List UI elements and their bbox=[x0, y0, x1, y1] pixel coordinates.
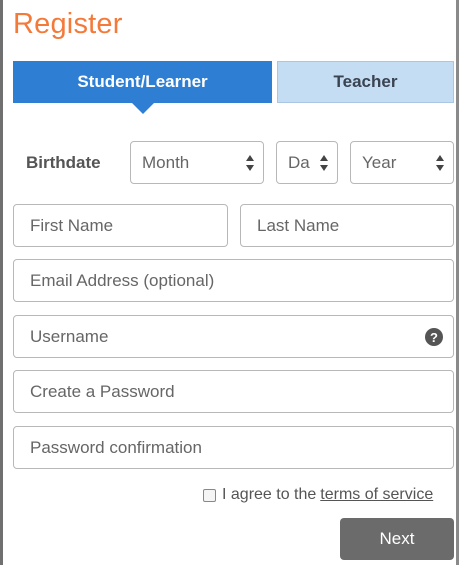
terms-agreement: I agree to the terms of service bbox=[203, 486, 433, 504]
tab-student-label: Student/Learner bbox=[77, 72, 208, 91]
last-name-placeholder: Last Name bbox=[257, 215, 340, 235]
register-panel: Register Student/Learner Teacher Birthda… bbox=[0, 0, 459, 565]
username-placeholder: Username bbox=[30, 326, 109, 346]
first-name-field[interactable]: First Name bbox=[13, 204, 228, 247]
password-placeholder: Create a Password bbox=[30, 381, 175, 401]
email-placeholder: Email Address (optional) bbox=[30, 270, 215, 290]
username-field[interactable]: Username ? bbox=[13, 315, 454, 358]
birthdate-label: Birthdate bbox=[26, 153, 101, 172]
help-icon[interactable]: ? bbox=[425, 328, 443, 346]
birth-month-value: Month bbox=[142, 152, 190, 172]
password-confirm-field[interactable]: Password confirmation bbox=[13, 426, 454, 469]
panel-left-border bbox=[0, 0, 3, 565]
password-confirm-placeholder: Password confirmation bbox=[30, 437, 202, 457]
birth-month-select[interactable]: Month bbox=[130, 141, 264, 184]
birth-day-value: Da bbox=[288, 152, 310, 172]
page-title: Register bbox=[13, 8, 123, 40]
select-arrows-icon bbox=[436, 155, 444, 171]
birth-year-value: Year bbox=[362, 152, 397, 172]
tab-teacher[interactable]: Teacher bbox=[277, 61, 454, 103]
terms-of-service-link[interactable]: terms of service bbox=[320, 486, 433, 504]
birth-year-select[interactable]: Year bbox=[350, 141, 454, 184]
select-arrows-icon bbox=[320, 155, 328, 171]
active-tab-pointer bbox=[132, 103, 154, 114]
tab-teacher-label: Teacher bbox=[333, 72, 398, 91]
first-name-placeholder: First Name bbox=[30, 215, 114, 235]
password-field[interactable]: Create a Password bbox=[13, 370, 454, 413]
agree-text: I agree to the bbox=[222, 486, 317, 503]
tab-student-learner[interactable]: Student/Learner bbox=[13, 61, 272, 103]
email-field[interactable]: Email Address (optional) bbox=[13, 259, 454, 302]
next-button[interactable]: Next bbox=[340, 518, 454, 560]
terms-checkbox[interactable] bbox=[203, 488, 216, 502]
next-button-label: Next bbox=[379, 529, 415, 548]
select-arrows-icon bbox=[246, 155, 254, 171]
last-name-field[interactable]: Last Name bbox=[240, 204, 454, 247]
birth-day-select[interactable]: Da bbox=[276, 141, 338, 184]
